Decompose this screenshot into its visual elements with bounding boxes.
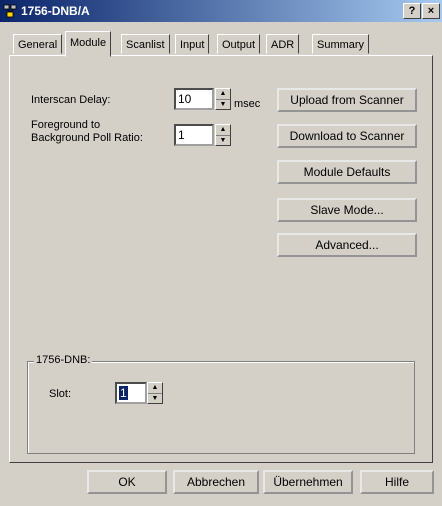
msec-unit-label: msec: [234, 98, 261, 110]
cancel-button[interactable]: Abbrechen: [173, 470, 259, 494]
upload-from-scanner-button[interactable]: Upload from Scanner: [277, 88, 417, 112]
spin-down-icon[interactable]: ▼: [148, 394, 162, 404]
window-title: 1756-DNB/A: [21, 4, 90, 18]
tab-input[interactable]: Input: [175, 34, 210, 54]
tab-adr[interactable]: ADR: [266, 34, 300, 54]
poll-ratio-label-line2: Background Poll Ratio:: [31, 132, 143, 144]
poll-ratio-input[interactable]: 1: [174, 124, 214, 146]
ok-button[interactable]: OK: [87, 470, 167, 494]
spin-up-icon[interactable]: ▲: [216, 89, 230, 100]
slot-label: Slot:: [49, 388, 72, 400]
poll-ratio-label-line1: Foreground to: [31, 119, 101, 131]
spin-down-icon[interactable]: ▼: [216, 136, 230, 146]
tab-module[interactable]: Module: [65, 31, 112, 57]
title-bar: 1756-DNB/A ? ×: [0, 0, 442, 22]
network-app-icon: [3, 4, 17, 18]
poll-ratio-spinner[interactable]: ▲ ▼: [215, 124, 231, 146]
spin-down-icon[interactable]: ▼: [216, 100, 230, 110]
slot-input[interactable]: 1: [115, 382, 147, 404]
tab-scanlist[interactable]: Scanlist: [121, 34, 170, 54]
close-button[interactable]: ×: [422, 3, 440, 19]
module-defaults-button[interactable]: Module Defaults: [277, 160, 417, 184]
apply-button[interactable]: Übernehmen: [263, 470, 353, 494]
tab-output[interactable]: Output: [217, 34, 261, 54]
download-to-scanner-button[interactable]: Download to Scanner: [277, 124, 417, 148]
spin-up-icon[interactable]: ▲: [148, 383, 162, 394]
slot-spinner[interactable]: ▲ ▼: [147, 382, 163, 404]
help-button[interactable]: Hilfe: [360, 470, 434, 494]
help-title-button[interactable]: ?: [403, 3, 421, 19]
slot-value: 1: [119, 386, 128, 400]
spin-up-icon[interactable]: ▲: [216, 125, 230, 136]
advanced-button[interactable]: Advanced...: [277, 233, 417, 257]
interscan-delay-input[interactable]: 10: [174, 88, 214, 110]
group-title: 1756-DNB:: [34, 354, 93, 366]
slave-mode-button[interactable]: Slave Mode...: [277, 198, 417, 222]
interscan-delay-label: Interscan Delay:: [31, 94, 111, 106]
tab-general[interactable]: General: [13, 34, 63, 54]
dnb-group-box: 1756-DNB: Slot: 1 ▲ ▼: [27, 354, 415, 454]
interscan-delay-spinner[interactable]: ▲ ▼: [215, 88, 231, 110]
tab-summary[interactable]: Summary: [312, 34, 370, 54]
